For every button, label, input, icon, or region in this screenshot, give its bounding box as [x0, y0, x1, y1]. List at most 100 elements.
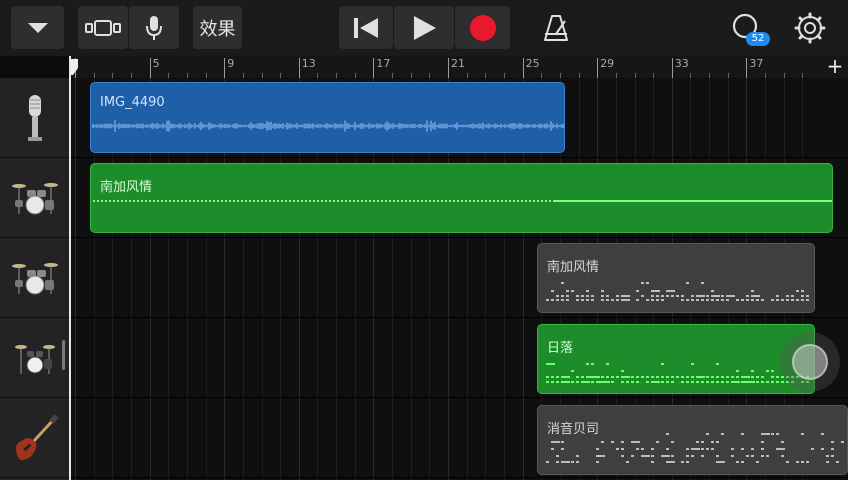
note [836, 461, 839, 463]
ruler-tick [298, 58, 300, 78]
note [831, 448, 834, 450]
note [661, 455, 670, 457]
track-header-drummer[interactable] [0, 158, 70, 238]
note [721, 381, 724, 383]
fx-button[interactable]: 效果 [193, 6, 242, 49]
note [691, 455, 694, 457]
note [581, 299, 584, 301]
note [821, 433, 824, 435]
note [716, 363, 719, 365]
track-header-drums-3[interactable] [0, 318, 70, 398]
track-header-bass[interactable] [0, 398, 70, 478]
note [606, 295, 609, 297]
note [756, 299, 759, 301]
note [801, 461, 804, 463]
note [711, 441, 714, 443]
note [681, 381, 684, 383]
note [546, 299, 549, 301]
note [556, 381, 559, 383]
note [636, 381, 639, 383]
note [666, 290, 675, 292]
tracks-area[interactable]: IMG_4490 南加风情 南加风情 日落 消音贝司 [71, 78, 848, 480]
note [641, 282, 644, 284]
pattern-region[interactable]: 日落 [537, 324, 815, 394]
tracks-view-button[interactable] [78, 6, 128, 49]
note [756, 461, 759, 463]
note [561, 448, 564, 450]
ruler-tick [522, 58, 524, 78]
note-pattern [546, 282, 809, 301]
note [561, 295, 564, 297]
note [731, 376, 734, 378]
note [746, 455, 749, 457]
note [656, 441, 659, 443]
playhead-line[interactable] [69, 56, 71, 480]
note [741, 461, 744, 463]
note [576, 295, 579, 297]
note [611, 299, 614, 301]
view-menu-button[interactable] [11, 6, 64, 49]
note [736, 461, 739, 463]
note [781, 381, 784, 383]
pattern-region[interactable]: 消音贝司 [537, 405, 848, 475]
track-scroll-indicator[interactable] [62, 340, 65, 370]
note [556, 461, 559, 463]
note [636, 448, 639, 450]
note [596, 448, 599, 450]
note [686, 376, 689, 378]
timeline-ruler[interactable]: 5 9 13 17 21 25 29 33 37 [70, 56, 848, 78]
settings-button[interactable] [792, 10, 828, 46]
note [561, 461, 570, 463]
note [651, 295, 654, 297]
note [776, 448, 785, 450]
tracks-view-icon [85, 19, 121, 36]
note [691, 376, 694, 378]
note [546, 363, 555, 365]
note [826, 455, 829, 457]
note [631, 376, 634, 378]
note [796, 290, 799, 292]
ruler-label: 5 [152, 57, 160, 70]
ruler-tick [746, 58, 748, 78]
note [636, 441, 639, 443]
add-section-button[interactable]: + [822, 56, 848, 78]
note [831, 455, 834, 457]
note [726, 295, 735, 297]
note [706, 433, 709, 435]
note [661, 363, 664, 365]
note [551, 299, 554, 301]
track-header-audio-recorder[interactable] [0, 78, 70, 158]
note [566, 290, 569, 292]
note [701, 299, 704, 301]
note [796, 461, 799, 463]
drummer-region[interactable]: 南加风情 [90, 163, 833, 233]
record-button[interactable] [455, 6, 510, 49]
drum-kit-icon [15, 344, 55, 374]
pattern-region[interactable]: 南加风情 [537, 243, 815, 313]
note [656, 295, 659, 297]
note [681, 461, 684, 463]
audio-region[interactable]: IMG_4490 [90, 82, 565, 153]
note [561, 299, 564, 301]
note [566, 381, 569, 383]
note [671, 295, 674, 297]
ruler-tick [149, 58, 151, 78]
note [706, 299, 709, 301]
go-to-beginning-button[interactable] [339, 6, 393, 49]
track-header-drums-2[interactable] [0, 238, 70, 318]
note [576, 381, 579, 383]
note [731, 455, 734, 457]
note [696, 448, 699, 450]
instrument-button[interactable] [129, 6, 179, 49]
microphone-icon [28, 94, 42, 141]
play-button[interactable] [394, 6, 454, 49]
note [726, 299, 729, 301]
metronome-button[interactable] [538, 11, 574, 45]
note [546, 376, 549, 378]
ruler-tick [224, 58, 226, 78]
note [791, 295, 794, 297]
note [621, 381, 624, 383]
note [671, 441, 674, 443]
note [721, 376, 724, 378]
note [606, 376, 609, 378]
